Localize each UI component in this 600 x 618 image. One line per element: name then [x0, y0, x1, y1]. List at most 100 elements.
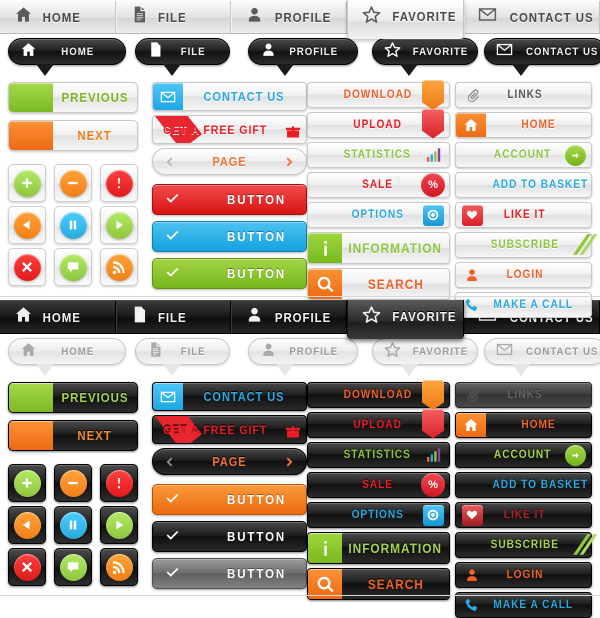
- nav-item-favorite[interactable]: FAVORITE: [347, 0, 464, 39]
- bubble-tab-favorite[interactable]: FAVORITE: [372, 338, 478, 376]
- next-button[interactable]: NEXT: [8, 120, 138, 151]
- list-button-subscribe[interactable]: SUBSCRIBE: [455, 232, 597, 258]
- nav-item-contact-us[interactable]: CONTACT US: [464, 1, 600, 33]
- pagination-label-area: PAGE: [185, 155, 274, 169]
- list-button-sale[interactable]: SALE%: [307, 172, 450, 198]
- icon-tile-minus[interactable]: [54, 164, 92, 202]
- list-button-upload[interactable]: UPLOAD: [307, 108, 450, 139]
- upload-badge-icon: [417, 108, 449, 139]
- contact-us-button[interactable]: CONTACT US: [152, 82, 307, 111]
- icon-tile-close-x[interactable]: [8, 548, 46, 586]
- bubble-tab-favorite[interactable]: FAVORITE: [372, 38, 478, 76]
- list-button-options[interactable]: OPTIONS: [307, 502, 450, 528]
- cta-button-2[interactable]: BUTTON: [152, 521, 307, 552]
- cta-button-3[interactable]: BUTTON: [152, 558, 307, 589]
- cta-button-1[interactable]: BUTTON: [152, 484, 307, 515]
- list-button-download[interactable]: DOWNLOAD: [307, 380, 450, 410]
- list-button-label: LIKE IT: [503, 209, 546, 221]
- list-button-information[interactable]: INFORMATION: [307, 232, 450, 264]
- list-button-login[interactable]: LOGIN: [455, 262, 592, 288]
- list-button-information[interactable]: INFORMATION: [307, 532, 450, 564]
- pagination-bar[interactable]: PAGE: [152, 448, 307, 475]
- icon-tile-play-triangle[interactable]: [100, 206, 138, 244]
- nav-item-profile[interactable]: PROFILE: [231, 301, 348, 333]
- list-button-statistics[interactable]: STATISTICS: [307, 442, 450, 468]
- list-button-download[interactable]: DOWNLOAD: [307, 80, 450, 110]
- list-button-statistics[interactable]: STATISTICS: [307, 142, 450, 168]
- cta-button-1[interactable]: BUTTON: [152, 184, 307, 215]
- icon-tile-previous-triangle[interactable]: [8, 206, 46, 244]
- bubble-tail: [512, 364, 530, 376]
- list-button-account[interactable]: ACCOUNT: [455, 142, 592, 168]
- list-button-account[interactable]: ACCOUNT: [455, 442, 592, 468]
- list-button-links[interactable]: LINKS: [455, 82, 592, 108]
- pagination-next-button[interactable]: [274, 155, 306, 169]
- bubble-tab-profile[interactable]: PROFILE: [248, 38, 358, 76]
- search-icon: [308, 269, 342, 299]
- icon-tile-previous-triangle[interactable]: [8, 506, 46, 544]
- icon-tile-plus[interactable]: [8, 164, 46, 202]
- nav-item-home[interactable]: HOME: [0, 301, 116, 333]
- list-button-label-area: SEARCH: [342, 277, 449, 292]
- download-badge-icon: [417, 380, 449, 410]
- cta-button-3[interactable]: BUTTON: [152, 258, 307, 289]
- icon-tile-comment[interactable]: [54, 548, 92, 586]
- previous-button[interactable]: PREVIOUS: [8, 82, 138, 113]
- nav-item-favorite[interactable]: FAVORITE: [347, 300, 464, 339]
- list-button-login[interactable]: LOGIN: [455, 562, 592, 588]
- file-icon: [147, 341, 164, 363]
- list-button-label-area: INFORMATION: [342, 541, 449, 556]
- bubble-tab-label: FILE: [181, 45, 206, 58]
- icon-tile-play-triangle[interactable]: [100, 506, 138, 544]
- nav-item-label: PROFILE: [275, 309, 332, 325]
- icon-tile-plus[interactable]: [8, 464, 46, 502]
- icon-tile-close-x[interactable]: [8, 248, 46, 286]
- pagination-bar[interactable]: PAGE: [152, 148, 307, 175]
- bubble-tab-label: PROFILE: [289, 45, 339, 58]
- icon-tile-exclamation[interactable]: [100, 464, 138, 502]
- icon-tile-minus[interactable]: [54, 464, 92, 502]
- contact-us-button[interactable]: CONTACT US: [152, 382, 307, 411]
- bubble-tab-contact-us[interactable]: CONTACT US: [484, 338, 600, 376]
- list-button-links[interactable]: LINKS: [455, 382, 592, 408]
- icon-tile-rss[interactable]: [100, 248, 138, 286]
- list-button-home[interactable]: HOME: [455, 112, 592, 138]
- previous-button[interactable]: PREVIOUS: [8, 382, 138, 413]
- next-button[interactable]: NEXT: [8, 420, 138, 451]
- check-icon: [165, 264, 180, 284]
- cta-button-2[interactable]: BUTTON: [152, 221, 307, 252]
- free-gift-button[interactable]: GET A FREE GIFT: [152, 115, 307, 144]
- nav-item-file[interactable]: FILE: [116, 301, 232, 333]
- icon-tile-rss[interactable]: [100, 548, 138, 586]
- list-button-upload[interactable]: UPLOAD: [307, 408, 450, 439]
- nav-item-home[interactable]: HOME: [0, 1, 116, 33]
- pagination-prev-button[interactable]: [153, 455, 185, 469]
- nav-item-file[interactable]: FILE: [116, 1, 232, 33]
- icon-tile-pause[interactable]: [54, 206, 92, 244]
- previous-triangle-icon: [13, 511, 41, 539]
- bubble-tab-profile[interactable]: PROFILE: [248, 338, 358, 376]
- list-button-like-it[interactable]: LIKE IT: [455, 202, 592, 228]
- nav-item-profile[interactable]: PROFILE: [231, 1, 348, 33]
- bubble-tab-file[interactable]: FILE: [135, 38, 230, 76]
- icon-tile-pause[interactable]: [54, 506, 92, 544]
- list-button-label: SALE: [362, 179, 393, 191]
- icon-tile-comment[interactable]: [54, 248, 92, 286]
- list-button-subscribe[interactable]: SUBSCRIBE: [455, 532, 597, 558]
- pagination-next-button[interactable]: [274, 455, 306, 469]
- bubble-tab-contact-us[interactable]: CONTACT US: [484, 38, 600, 76]
- list-button-add-to-basket[interactable]: ADD TO BASKET: [455, 172, 592, 198]
- free-gift-button[interactable]: GET A FREE GIFT: [152, 415, 307, 444]
- bubble-tab-home[interactable]: HOME: [8, 338, 126, 376]
- list-button-sale[interactable]: SALE%: [307, 472, 450, 498]
- list-button-home[interactable]: HOME: [455, 412, 592, 438]
- list-button-label-area: LOGIN: [488, 269, 591, 281]
- list-button-add-to-basket[interactable]: ADD TO BASKET: [455, 472, 592, 498]
- pagination-prev-button[interactable]: [153, 155, 185, 169]
- bubble-tab-home[interactable]: HOME: [8, 38, 126, 76]
- home-icon: [20, 41, 37, 63]
- icon-tile-exclamation[interactable]: [100, 164, 138, 202]
- list-button-options[interactable]: OPTIONS: [307, 202, 450, 228]
- list-button-like-it[interactable]: LIKE IT: [455, 502, 592, 528]
- bubble-tab-file[interactable]: FILE: [135, 338, 230, 376]
